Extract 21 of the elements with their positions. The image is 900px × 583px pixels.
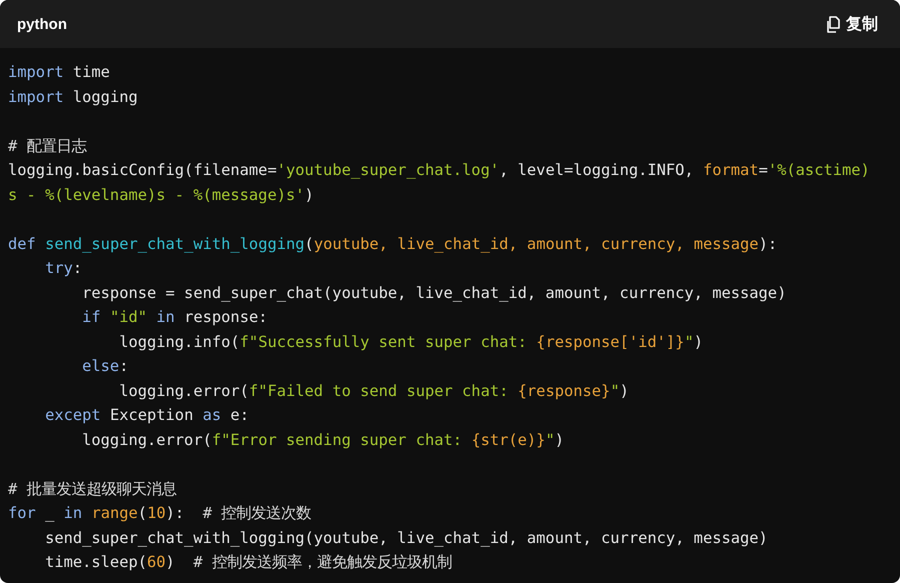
code-line: try: [44,258,84,279]
code-line: logging.info(f"Successfully sent super chat: {response['id']}") [118,332,704,352]
code-line: import logging [8,86,139,108]
code-line: for _ in range(10): # 控制发送次数 [8,503,312,524]
code-line: else: [81,356,130,377]
code-line: time.sleep(60) # 控制发送频率，避免触发反垃圾机制 [44,552,453,573]
code-line: # 配置日志 [8,136,88,156]
code-line: send_super_chat_with_logging(youtube, live_chat_id, amount, currency, message) [44,528,769,549]
copy-button[interactable]: 复制 [823,12,880,36]
code-line: logging.error(f"Error sending super chat: {str(e)}") [81,430,566,450]
code-line: s - %(levelname)s - %(message)s') [8,184,315,206]
code-line: def send_super_chat_with_logging(youtube, live_chat_id, amount, currency, message): [8,234,778,255]
code-line: logging.error(f"Failed to send super chat: {response}") [118,380,630,402]
code-line: except Exception as e: [44,405,250,426]
language-label: python [17,16,67,32]
code-line: response = send_super_chat(youtube, live_chat_id, amount, currency, message) [81,282,788,304]
code-line: logging.basicConfig(filename='youtube_super_chat.log', level=logging.INFO, format='%(asctime) [8,160,871,181]
code-line: import time [8,62,111,83]
copy-icon [825,16,841,32]
code-line: # 批量发送超级聊天消息 [8,478,178,500]
code-line: if "id" in response: [81,307,268,328]
